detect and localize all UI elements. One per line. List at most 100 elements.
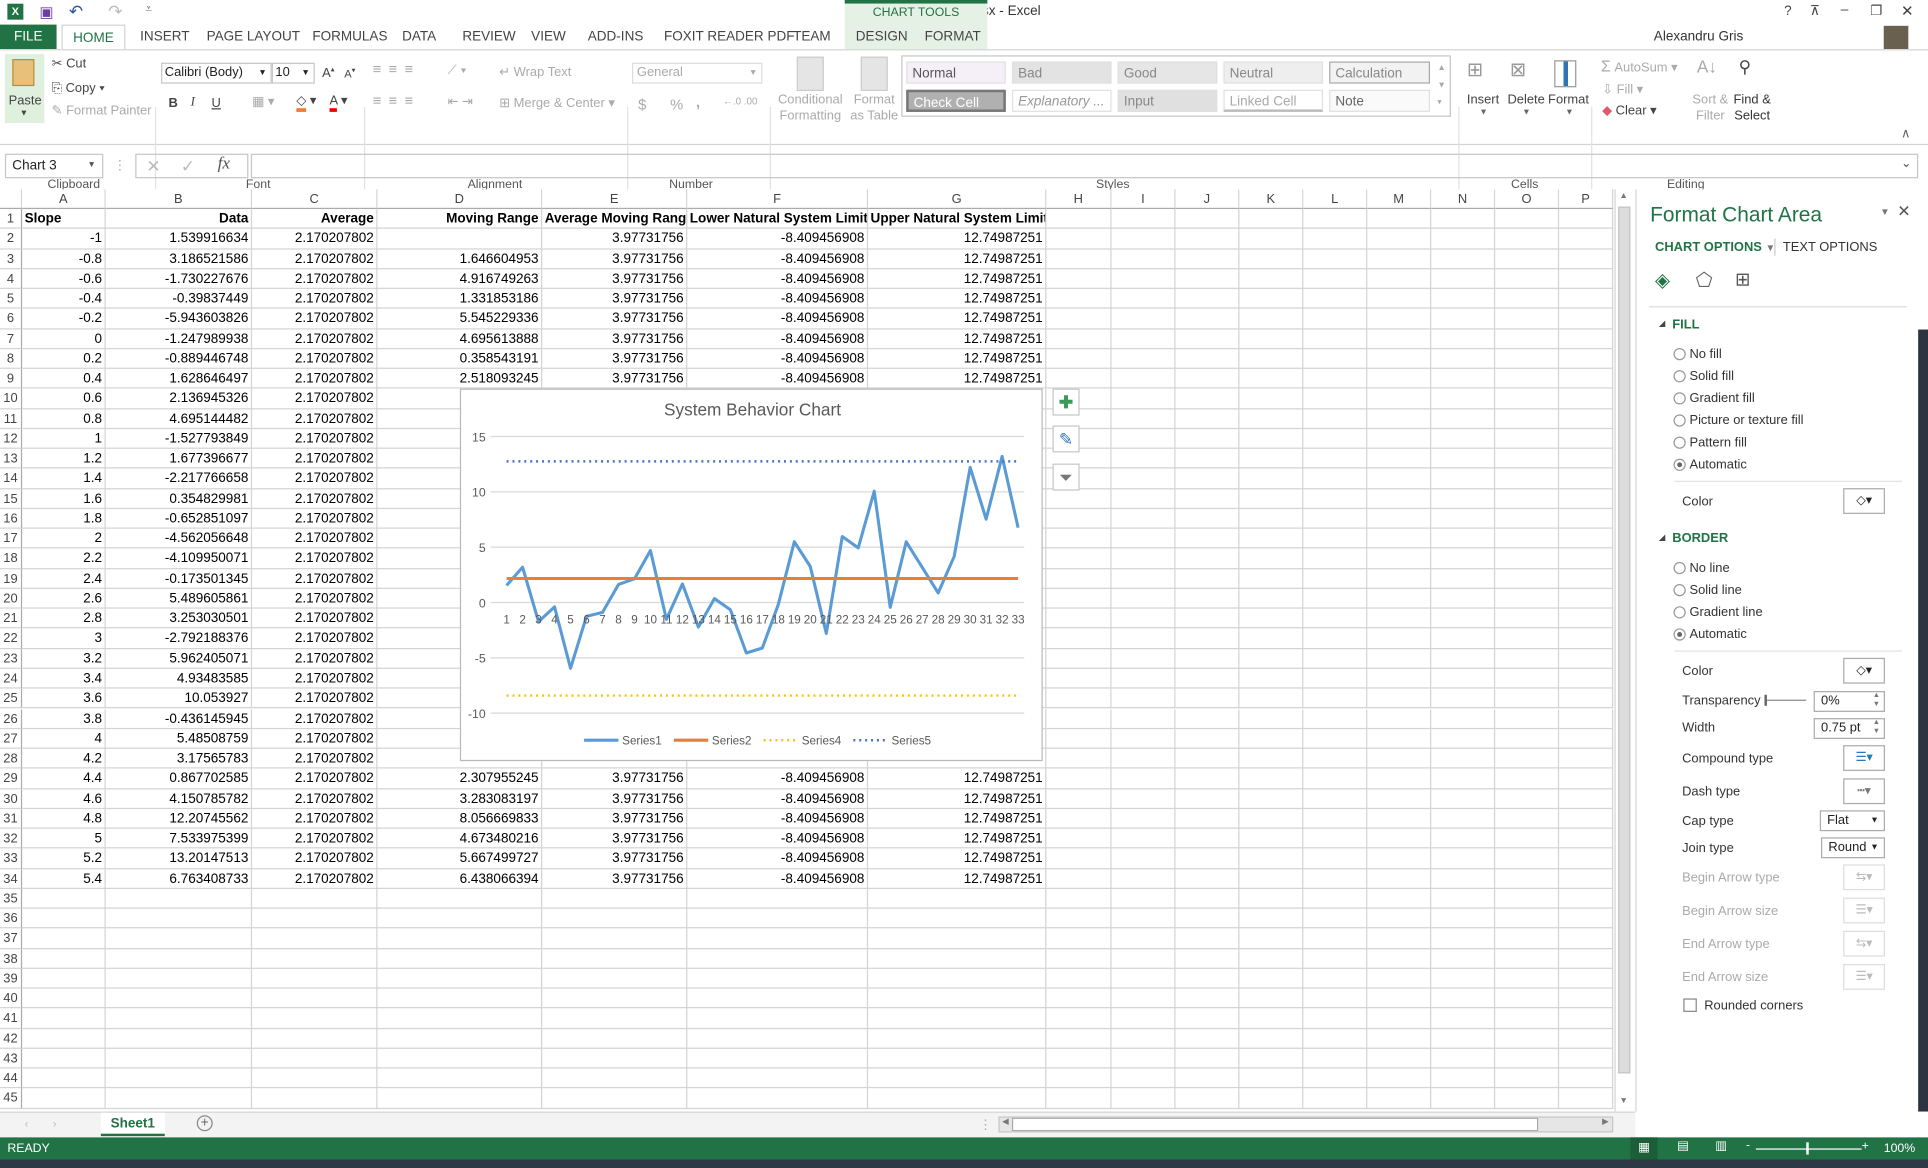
cell-F8[interactable]: -8.409456908 bbox=[687, 348, 869, 369]
cell-A7[interactable]: 0 bbox=[22, 328, 106, 349]
tab-review[interactable]: REVIEW bbox=[452, 25, 525, 50]
cell-J10[interactable] bbox=[1175, 388, 1240, 409]
cell-B9[interactable]: 1.628646497 bbox=[105, 368, 253, 389]
cell-D36[interactable] bbox=[377, 908, 543, 929]
cell-K5[interactable] bbox=[1239, 288, 1304, 309]
cell-D34[interactable]: 6.438066394 bbox=[377, 868, 543, 889]
cell-J43[interactable] bbox=[1175, 1048, 1240, 1069]
cell-N33[interactable] bbox=[1431, 848, 1496, 869]
cell-B43[interactable] bbox=[105, 1048, 253, 1069]
cell-C15[interactable]: 2.170207802 bbox=[252, 488, 378, 509]
cell-C32[interactable]: 2.170207802 bbox=[252, 828, 378, 849]
cell-K38[interactable] bbox=[1239, 948, 1304, 969]
cell-M28[interactable] bbox=[1367, 748, 1432, 769]
row-header[interactable]: 3 bbox=[0, 249, 23, 269]
cell-J40[interactable] bbox=[1175, 988, 1240, 1009]
cell-I28[interactable] bbox=[1111, 748, 1176, 769]
cell-C27[interactable]: 2.170207802 bbox=[252, 728, 378, 749]
cell-O41[interactable] bbox=[1495, 1008, 1560, 1029]
row-header[interactable]: 23 bbox=[0, 648, 23, 669]
cell-O24[interactable] bbox=[1495, 668, 1560, 689]
cell-N11[interactable] bbox=[1431, 408, 1496, 429]
cell-G34[interactable]: 12.74987251 bbox=[868, 868, 1047, 889]
cell-E5[interactable]: 3.97731756 bbox=[542, 288, 688, 309]
cell-N19[interactable] bbox=[1431, 568, 1496, 589]
cell-A28[interactable]: 4.2 bbox=[22, 748, 106, 769]
cap-type-select[interactable]: Flat ▼ bbox=[1819, 810, 1885, 832]
cell-E31[interactable]: 3.97731756 bbox=[542, 808, 688, 829]
cell-E35[interactable] bbox=[542, 888, 688, 909]
cell-C34[interactable]: 2.170207802 bbox=[252, 868, 378, 889]
cell-L37[interactable] bbox=[1303, 928, 1368, 949]
tab-view[interactable]: VIEW bbox=[521, 25, 575, 50]
cell-K1[interactable] bbox=[1239, 209, 1304, 230]
row-header[interactable]: 36 bbox=[0, 908, 23, 929]
row-header[interactable]: 6 bbox=[0, 308, 23, 329]
cell-B26[interactable]: -0.436145945 bbox=[105, 708, 253, 729]
cell-J41[interactable] bbox=[1175, 1008, 1240, 1029]
text-options-tab[interactable]: TEXT OPTIONS bbox=[1783, 240, 1877, 255]
cell-J24[interactable] bbox=[1175, 668, 1240, 689]
column-header-P[interactable]: P bbox=[1559, 189, 1614, 210]
row-header[interactable]: 39 bbox=[0, 968, 23, 989]
cell-O12[interactable] bbox=[1495, 428, 1560, 449]
cell-O25[interactable] bbox=[1495, 688, 1560, 709]
cell-L28[interactable] bbox=[1303, 748, 1368, 769]
cell-L11[interactable] bbox=[1303, 408, 1368, 429]
cell-K2[interactable] bbox=[1239, 229, 1304, 249]
cell-J19[interactable] bbox=[1175, 568, 1240, 589]
cell-M1[interactable] bbox=[1367, 209, 1432, 230]
cell-H29[interactable] bbox=[1046, 768, 1112, 789]
cell-H45[interactable] bbox=[1046, 1088, 1112, 1109]
border-section-header[interactable]: BORDER bbox=[1672, 531, 1728, 546]
cell-C35[interactable] bbox=[252, 888, 378, 909]
cell-I39[interactable] bbox=[1111, 968, 1176, 989]
cell-N23[interactable] bbox=[1431, 648, 1496, 669]
cell-N38[interactable] bbox=[1431, 948, 1496, 969]
cell-E41[interactable] bbox=[542, 1008, 688, 1029]
cell-M19[interactable] bbox=[1367, 568, 1432, 589]
cell-L42[interactable] bbox=[1303, 1028, 1368, 1049]
chart-filters-button[interactable]: ⏷ bbox=[1052, 463, 1080, 491]
cell-M39[interactable] bbox=[1367, 968, 1432, 989]
rounded-corners-label[interactable]: Rounded corners bbox=[1704, 998, 1803, 1013]
style-check-cell[interactable]: Check Cell bbox=[906, 89, 1006, 112]
cell-P10[interactable] bbox=[1559, 388, 1614, 409]
autosum-button[interactable]: Σ AutoSum ▾ bbox=[1601, 57, 1678, 75]
chart-elements-button[interactable]: ✚ bbox=[1052, 388, 1080, 416]
cell-C4[interactable]: 2.170207802 bbox=[252, 268, 378, 289]
cell-M9[interactable] bbox=[1367, 368, 1432, 389]
cell-E44[interactable] bbox=[542, 1068, 688, 1089]
tab-team[interactable]: TEAM bbox=[783, 25, 840, 50]
column-header-C[interactable]: C bbox=[252, 189, 378, 210]
cell-E29[interactable]: 3.97731756 bbox=[542, 768, 688, 789]
cell-F32[interactable]: -8.409456908 bbox=[687, 828, 869, 849]
cell-F40[interactable] bbox=[687, 988, 869, 1009]
cell-K28[interactable] bbox=[1239, 748, 1304, 769]
cell-C14[interactable]: 2.170207802 bbox=[252, 468, 378, 489]
cell-K4[interactable] bbox=[1239, 268, 1304, 289]
cell-G42[interactable] bbox=[868, 1028, 1047, 1049]
row-header[interactable]: 29 bbox=[0, 768, 23, 789]
cell-F29[interactable]: -8.409456908 bbox=[687, 768, 869, 789]
column-header-H[interactable]: H bbox=[1046, 189, 1112, 210]
cell-N10[interactable] bbox=[1431, 388, 1496, 409]
row-header[interactable]: 30 bbox=[0, 788, 23, 809]
radio-gradient-line[interactable] bbox=[1673, 606, 1686, 619]
merge-center-button[interactable]: ⊞ Merge & Center ▾ bbox=[499, 96, 615, 111]
cell-O7[interactable] bbox=[1495, 328, 1560, 349]
cell-O44[interactable] bbox=[1495, 1068, 1560, 1089]
cell-O13[interactable] bbox=[1495, 448, 1560, 469]
cell-J44[interactable] bbox=[1175, 1068, 1240, 1089]
cell-A1[interactable]: Slope bbox=[22, 209, 106, 230]
close-button[interactable]: ✕ bbox=[1901, 2, 1913, 19]
cell-C42[interactable] bbox=[252, 1028, 378, 1049]
cell-I6[interactable] bbox=[1111, 308, 1176, 329]
tab-foxit-reader-pdf[interactable]: FOXIT READER PDF bbox=[654, 25, 804, 50]
cell-A25[interactable]: 3.6 bbox=[22, 688, 106, 709]
cell-D38[interactable] bbox=[377, 948, 543, 969]
cell-P39[interactable] bbox=[1559, 968, 1614, 989]
cell-K17[interactable] bbox=[1239, 528, 1304, 549]
cell-K41[interactable] bbox=[1239, 1008, 1304, 1029]
wrap-text-button[interactable]: ↵ Wrap Text bbox=[499, 65, 571, 80]
